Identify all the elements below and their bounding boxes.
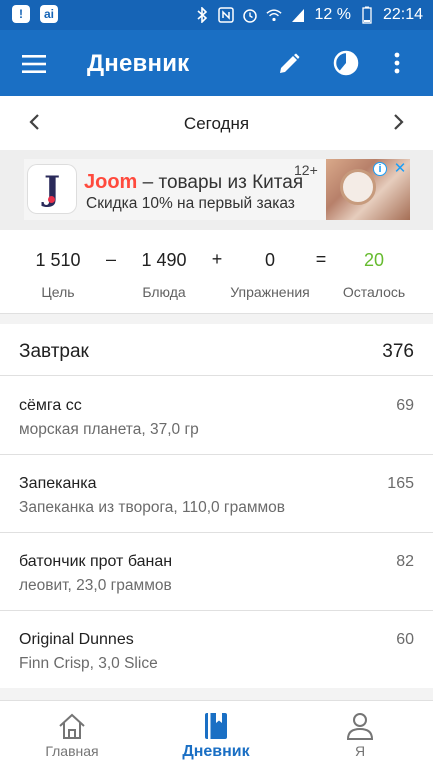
watch-image [340, 169, 376, 205]
app-notification-icon: ai [40, 5, 58, 23]
app-bar: Дневник [0, 30, 433, 96]
edit-button[interactable] [273, 48, 305, 80]
food-item[interactable]: Original Dunnes Finn Crisp, 3,0 Slice 60 [0, 611, 433, 689]
bottom-navigation: Главная Дневник Я [0, 700, 433, 770]
food-value: 1 490 [141, 250, 187, 270]
date-navigator: Сегодня [0, 96, 433, 150]
remaining-value: 20 [363, 250, 385, 270]
food-name: сёмга сс [19, 397, 82, 414]
clock-time: 22:14 [382, 6, 423, 23]
plus-operator: + [211, 249, 223, 269]
page-title: Дневник [87, 50, 190, 77]
ad-age-rating: 12+ [294, 162, 318, 178]
ad-brand: Joom [84, 171, 138, 193]
person-icon [345, 711, 375, 741]
ad-subline: Скидка 10% на первый заказ [86, 195, 295, 212]
ad-headline: Joom – товары из Китая [84, 171, 303, 194]
nav-diary[interactable]: Дневник [166, 701, 266, 770]
food-item[interactable]: сёмга сс морская планета, 37,0 гр 69 [0, 377, 433, 455]
ad-banner[interactable]: J Joom – товары из Китая Скидка 10% на п… [24, 159, 410, 220]
meal-total-calories: 376 [382, 341, 414, 362]
food-calories: 69 [396, 397, 414, 414]
pencil-icon [280, 53, 300, 73]
ad-close-icon[interactable]: ✕ [392, 160, 408, 177]
wifi-icon [266, 6, 283, 24]
ad-headline-text: – товары из Китая [137, 172, 304, 193]
chevron-right-icon [394, 114, 404, 130]
food-calories: 165 [387, 475, 414, 492]
food-item[interactable]: Запеканка Запеканка из творога, 110,0 гр… [0, 455, 433, 533]
goal-label: Цель [41, 284, 75, 300]
bluetooth-icon [194, 6, 210, 24]
next-day-button[interactable] [387, 110, 411, 134]
battery-icon [359, 6, 375, 24]
remaining-label: Осталось [342, 284, 406, 300]
alert-icon: ! [12, 5, 30, 23]
food-label: Блюда [142, 284, 186, 300]
signal-icon [290, 6, 306, 24]
minus-operator: – [105, 249, 116, 269]
food-name: батончик прот банан [19, 553, 173, 570]
nav-diary-label: Дневник [182, 743, 250, 760]
exercise-label: Упражнения [230, 284, 310, 300]
menu-button[interactable] [14, 49, 54, 79]
meal-header-breakfast[interactable]: Завтрак 376 [0, 324, 433, 376]
exercise-value: 0 [264, 250, 275, 270]
section-divider [0, 314, 433, 324]
pie-chart-icon [333, 50, 359, 76]
ad-area: J Joom – товары из Китая Скидка 10% на п… [0, 150, 433, 230]
date-label[interactable]: Сегодня [0, 114, 433, 134]
nav-home[interactable]: Главная [22, 701, 122, 770]
food-name: Original Dunnes [19, 631, 134, 648]
more-options-button[interactable] [383, 47, 411, 79]
diary-icon [201, 711, 231, 741]
food-description: морская планета, 37,0 гр [19, 421, 199, 438]
battery-percent: 12 % [314, 6, 351, 23]
nav-me-label: Я [354, 743, 366, 759]
ad-info-icon[interactable]: i [373, 162, 387, 176]
list-end-divider [0, 688, 433, 700]
meal-title: Завтрак [19, 341, 89, 362]
home-icon [57, 711, 87, 741]
food-calories: 82 [396, 553, 414, 570]
food-item[interactable]: батончик прот банан леовит, 23,0 граммов… [0, 533, 433, 611]
menu-icon [22, 55, 46, 73]
joom-logo: J [27, 164, 77, 214]
nav-home-label: Главная [45, 743, 99, 759]
nfc-icon [218, 6, 235, 24]
status-bar: ! ai 12 % 22:14 [0, 0, 433, 30]
food-calories: 60 [396, 631, 414, 648]
calorie-summary: 1 510 Цель – 1 490 Блюда + 0 Упражнения … [0, 230, 433, 314]
food-name: Запеканка [19, 475, 97, 492]
food-description: Finn Crisp, 3,0 Slice [19, 655, 158, 672]
food-description: Запеканка из творога, 110,0 граммов [19, 499, 285, 516]
alarm-icon [242, 6, 258, 24]
goal-value: 1 510 [35, 250, 81, 270]
status-left: ! ai [12, 5, 58, 23]
nutrition-chart-button[interactable] [330, 47, 362, 79]
nav-me[interactable]: Я [310, 701, 410, 770]
status-right: 12 % 22:14 [194, 6, 423, 24]
more-vert-icon [394, 52, 400, 74]
equals-operator: = [315, 249, 327, 269]
food-description: леовит, 23,0 граммов [19, 577, 172, 594]
